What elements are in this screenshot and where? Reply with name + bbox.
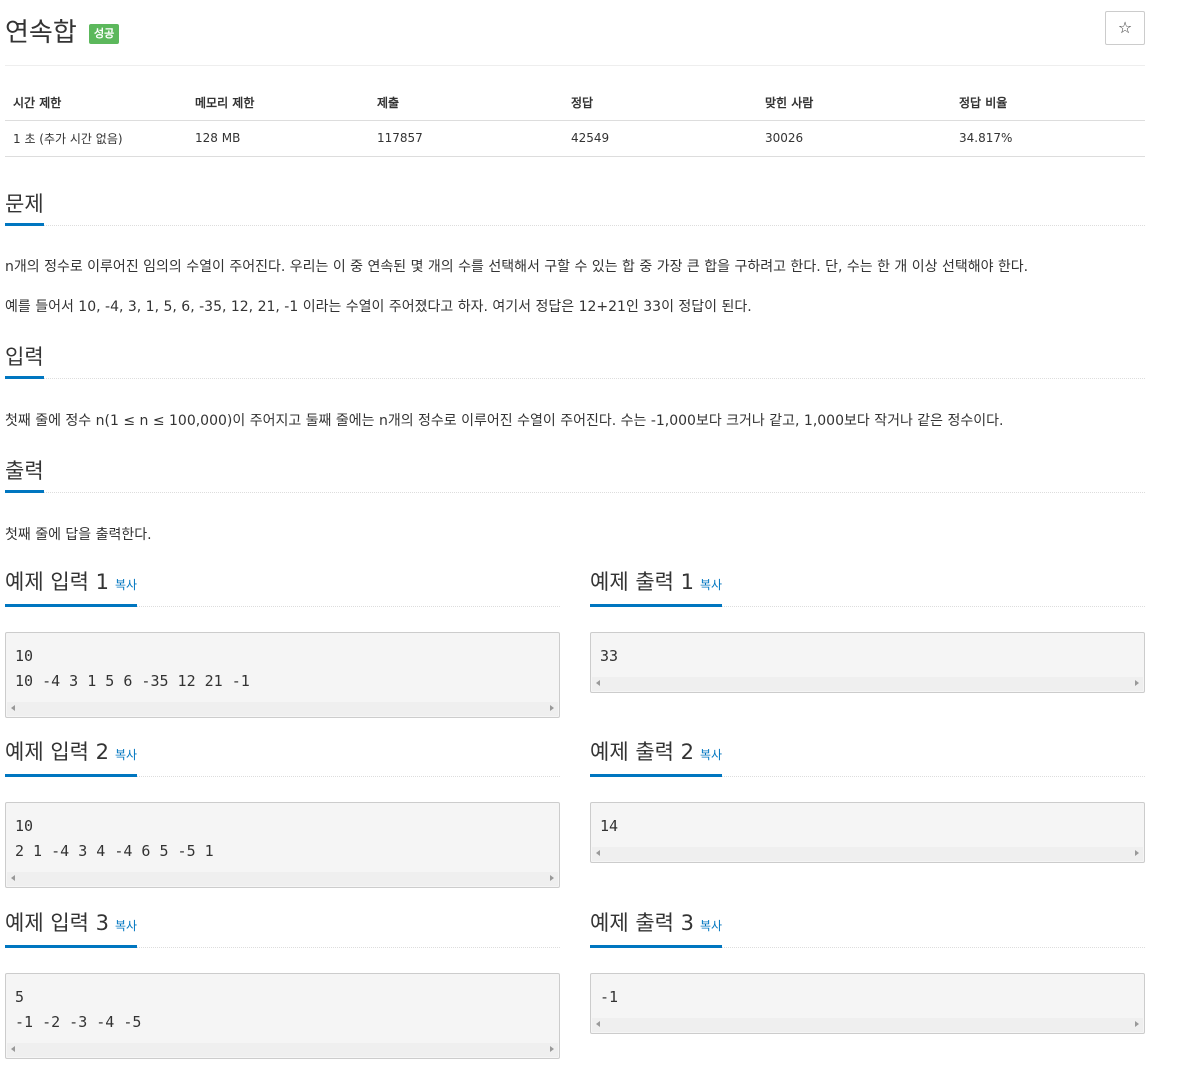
scroll-left-icon [596, 680, 600, 686]
sample-output-2-header: 예제 출력 2 복사 [590, 739, 1145, 777]
copy-sample-output-1-link[interactable]: 복사 [700, 578, 722, 592]
scroll-right-icon [1135, 680, 1139, 686]
problem-description: n개의 정수로 이루어진 임의의 수열이 주어진다. 우리는 이 중 연속된 몇… [5, 259, 1029, 275]
info-value-row: 1 초 (추가 시간 없음) 128 MB 117857 42549 30026… [5, 120, 1145, 157]
horizontal-scrollbar[interactable] [592, 847, 1143, 861]
scroll-right-icon [550, 1046, 554, 1052]
sample-input-1-box: 10 10 -4 3 1 5 6 -35 12 21 -1 [5, 632, 560, 718]
header-accepted: 정답 [563, 86, 757, 121]
horizontal-scrollbar[interactable] [592, 677, 1143, 691]
copy-sample-input-2-link[interactable]: 복사 [115, 748, 137, 762]
value-submissions: 117857 [369, 120, 563, 157]
input-description: 첫째 줄에 정수 n(1 ≤ n ≤ 100,000)이 주어지고 둘째 줄에는… [5, 413, 1004, 429]
sample-input-2-line: 2 1 -4 3 4 -4 6 5 -5 1 [15, 842, 214, 860]
sample-output-2-title: 예제 출력 2 복사 [590, 739, 723, 777]
problem-header: 연속합 성공 ☆ [5, 0, 1145, 66]
sample-input-3-line: -1 -2 -3 -4 -5 [15, 1013, 142, 1031]
scroll-right-icon [1135, 850, 1139, 856]
problem-title: 연속합 [5, 18, 77, 48]
header-ratio: 정답 비율 [951, 86, 1145, 121]
output-description: 첫째 줄에 답을 출력한다. [5, 527, 152, 543]
sample-input-1-line: 10 [15, 647, 34, 665]
horizontal-scrollbar[interactable] [592, 1018, 1143, 1032]
problem-example-text: 예를 들어서 10, -4, 3, 1, 5, 6, -35, 12, 21, … [5, 299, 752, 315]
copy-sample-output-2-link[interactable]: 복사 [700, 748, 722, 762]
sample-output-3-title: 예제 출력 3 복사 [590, 910, 723, 948]
input-heading: 입력 [5, 344, 44, 379]
problem-heading: 문제 [5, 191, 44, 226]
sample-input-3-title: 예제 입력 3 복사 [5, 910, 138, 948]
copy-sample-input-1-link[interactable]: 복사 [115, 578, 137, 592]
copy-sample-input-3-link[interactable]: 복사 [115, 919, 137, 933]
header-memory-limit: 메모리 제한 [187, 86, 369, 121]
status-badge: 성공 [89, 24, 120, 44]
horizontal-scrollbar[interactable] [7, 702, 558, 716]
sample-output-2-box: 14 [590, 802, 1145, 863]
sample-output-3-line: -1 [600, 988, 619, 1006]
sample-input-2-box: 10 2 1 -4 3 4 -4 6 5 -5 1 [5, 802, 560, 888]
sample-input-1-header: 예제 입력 1 복사 [5, 569, 560, 607]
header-submissions: 제출 [369, 86, 563, 121]
sample-input-3-header: 예제 입력 3 복사 [5, 910, 560, 948]
sample-output-1-box: 33 [590, 632, 1145, 693]
problem-section-header: 문제 [5, 189, 1145, 226]
sample-input-1-title: 예제 입력 1 복사 [5, 569, 138, 607]
value-solvers: 30026 [757, 120, 951, 157]
horizontal-scrollbar[interactable] [7, 872, 558, 886]
scroll-left-icon [596, 1021, 600, 1027]
value-ratio: 34.817% [951, 120, 1145, 157]
header-time-limit: 시간 제한 [5, 86, 187, 121]
scroll-right-icon [550, 705, 554, 711]
sample-input-2-header: 예제 입력 2 복사 [5, 739, 560, 777]
scroll-right-icon [550, 875, 554, 881]
value-time-limit: 1 초 (추가 시간 없음) [5, 120, 187, 157]
value-accepted: 42549 [563, 120, 757, 157]
sample-output-3-box: -1 [590, 973, 1145, 1034]
star-icon: ☆ [1117, 18, 1133, 37]
sample-input-3-box: 5 -1 -2 -3 -4 -5 [5, 973, 560, 1059]
scroll-left-icon [11, 875, 15, 881]
copy-sample-output-3-link[interactable]: 복사 [700, 919, 722, 933]
sample-output-1-line: 33 [600, 647, 619, 665]
scroll-right-icon [1135, 1021, 1139, 1027]
scroll-left-icon [11, 1046, 15, 1052]
problem-info-table: 시간 제한 메모리 제한 제출 정답 맞힌 사람 정답 비율 1 초 (추가 시… [5, 86, 1145, 157]
sample-output-1-header: 예제 출력 1 복사 [590, 569, 1145, 607]
info-header-row: 시간 제한 메모리 제한 제출 정답 맞힌 사람 정답 비율 [5, 86, 1145, 121]
value-memory-limit: 128 MB [187, 120, 369, 157]
output-heading: 출력 [5, 458, 44, 493]
scroll-left-icon [596, 850, 600, 856]
favorite-button[interactable]: ☆ [1105, 11, 1145, 45]
header-solvers: 맞힌 사람 [757, 86, 951, 121]
input-section-header: 입력 [5, 342, 1145, 379]
output-section-header: 출력 [5, 456, 1145, 493]
sample-output-3-header: 예제 출력 3 복사 [590, 910, 1145, 948]
sample-input-3-line: 5 [15, 988, 25, 1006]
sample-input-1-line: 10 -4 3 1 5 6 -35 12 21 -1 [15, 672, 250, 690]
sample-input-2-line: 10 [15, 817, 34, 835]
scroll-left-icon [11, 705, 15, 711]
sample-input-2-title: 예제 입력 2 복사 [5, 739, 138, 777]
horizontal-scrollbar[interactable] [7, 1043, 558, 1057]
sample-output-2-line: 14 [600, 817, 619, 835]
sample-output-1-title: 예제 출력 1 복사 [590, 569, 723, 607]
